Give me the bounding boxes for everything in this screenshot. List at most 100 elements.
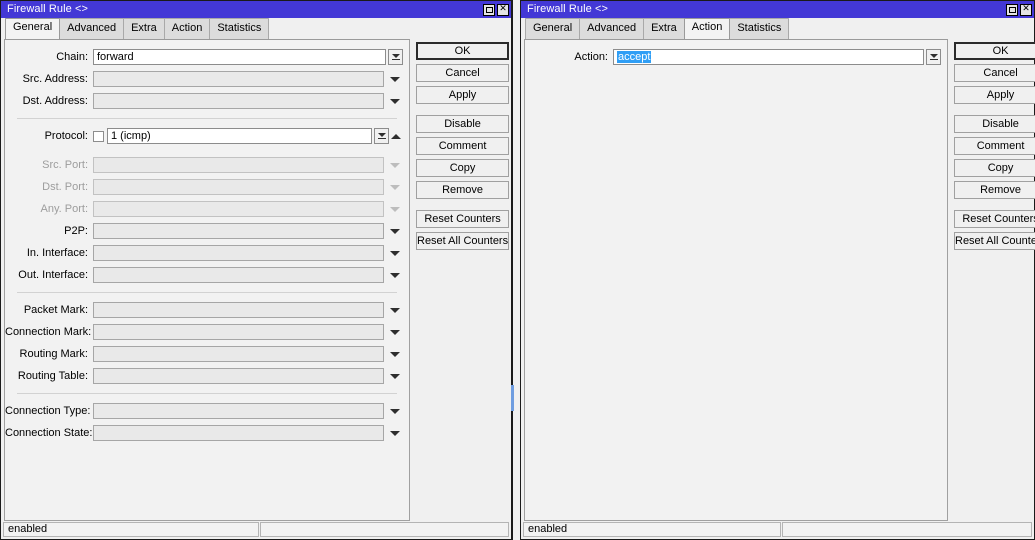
status-bar: enabled — [521, 521, 1034, 539]
input-connection-state[interactable] — [93, 425, 384, 441]
dialog-button-panel: OK Cancel Apply Disable Comment Copy Remove Res… — [948, 39, 1035, 521]
field-group-separator — [17, 118, 397, 119]
chevron-down-icon — [390, 373, 400, 379]
chevron-down-icon — [390, 307, 400, 313]
status-bar: enabled — [1, 521, 511, 539]
close-icon[interactable]: ✕ — [1020, 3, 1032, 16]
dropdown-arrow-button-disabled — [387, 179, 403, 195]
chevron-down-icon — [390, 329, 400, 335]
cancel-button[interactable]: Cancel — [416, 64, 510, 82]
dropdown-arrow-button[interactable] — [387, 267, 403, 283]
dropdown-button[interactable] — [374, 128, 389, 144]
firewall-rule-window-right: Firewall Rule <> ✕ General Advanced Extra Act… — [520, 0, 1035, 540]
copy-button[interactable]: Copy — [416, 159, 510, 177]
dropdown-bar — [377, 137, 386, 140]
field-group-separator — [17, 292, 397, 293]
cancel-button[interactable]: Cancel — [954, 64, 1035, 82]
button-group-gap — [954, 108, 1035, 115]
apply-button[interactable]: Apply — [416, 86, 510, 104]
field-row: Dst. Port: — [5, 176, 409, 198]
protocol-negate-checkbox[interactable] — [93, 130, 104, 142]
chevron-down-icon — [390, 98, 400, 104]
label-src-port: Src. Port: — [42, 159, 88, 171]
tab-bar: General Advanced Extra Action Statistics — [1, 18, 511, 39]
content-area: Action: accept OK Cancel Apply Disable Comment… — [521, 39, 1035, 521]
tab-general[interactable]: General — [525, 18, 581, 39]
dropdown-button[interactable] — [926, 49, 941, 65]
tab-extra[interactable]: Extra — [123, 18, 165, 39]
ok-button[interactable]: OK — [416, 42, 510, 60]
disable-button[interactable]: Disable — [954, 115, 1035, 133]
label-routing-mark: Routing Mark: — [19, 348, 88, 360]
dropdown-arrow-button[interactable] — [387, 346, 403, 362]
maximize-icon[interactable] — [1006, 3, 1018, 16]
input-routing-table[interactable] — [93, 368, 384, 384]
tab-statistics[interactable]: Statistics — [729, 18, 790, 39]
button-group-gap — [416, 108, 509, 115]
dropdown-triangle — [391, 53, 400, 58]
tab-statistics[interactable]: Statistics — [209, 18, 270, 39]
dropdown-arrow-button[interactable] — [387, 368, 403, 384]
window-titlebar[interactable]: Firewall Rule <> ✕ — [521, 1, 1034, 18]
dropdown-arrow-button[interactable] — [387, 93, 403, 109]
window-seam-scroll-thumb[interactable] — [511, 385, 514, 411]
copy-button[interactable]: Copy — [954, 159, 1035, 177]
disable-button[interactable]: Disable — [416, 115, 510, 133]
input-out-interface[interactable] — [93, 267, 384, 283]
chevron-down-icon — [390, 76, 400, 82]
window-titlebar[interactable]: Firewall Rule <> ✕ — [1, 1, 511, 18]
input-dst-address[interactable] — [93, 93, 384, 109]
tab-extra[interactable]: Extra — [643, 18, 685, 39]
tab-action[interactable]: Action — [683, 18, 731, 39]
dropdown-arrow-button[interactable] — [387, 324, 403, 340]
tab-advanced[interactable]: Advanced — [59, 18, 125, 39]
comment-button[interactable]: Comment — [416, 137, 510, 155]
tab-action[interactable]: Action — [163, 18, 211, 39]
close-icon[interactable]: ✕ — [497, 3, 509, 16]
remove-button[interactable]: Remove — [416, 181, 510, 199]
input-packet-mark[interactable] — [93, 302, 384, 318]
dropdown-arrow-button[interactable] — [387, 245, 403, 261]
reset-counters-button[interactable]: Reset Counters — [416, 210, 510, 228]
input-chain[interactable]: forward — [93, 49, 386, 65]
dropdown-bar — [391, 58, 400, 61]
maximize-icon[interactable] — [483, 3, 495, 16]
label-p2p: P2P: — [64, 225, 88, 237]
maximize-square-glyph — [1008, 6, 1016, 13]
input-routing-mark[interactable] — [93, 346, 384, 362]
comment-button[interactable]: Comment — [954, 137, 1035, 155]
button-group-gap — [416, 203, 509, 210]
input-in-interface[interactable] — [93, 245, 384, 261]
input-connection-mark[interactable] — [93, 324, 384, 340]
spinner-up-button[interactable] — [389, 133, 403, 139]
field-list: Action: accept — [525, 40, 947, 68]
field-list: Chain: forward Src. Address: Dst. Address: P… — [5, 40, 409, 444]
ok-button[interactable]: OK — [954, 42, 1035, 60]
dropdown-arrow-button[interactable] — [387, 302, 403, 318]
tab-general[interactable]: General — [5, 18, 61, 39]
input-src-address[interactable] — [93, 71, 384, 87]
dropdown-button[interactable] — [388, 49, 403, 65]
tab-bar: General Advanced Extra Action Statistics — [521, 18, 1034, 39]
button-group-gap — [954, 203, 1035, 210]
field-wrap — [93, 403, 403, 419]
input-action[interactable]: accept — [613, 49, 924, 65]
dropdown-arrow-button[interactable] — [387, 223, 403, 239]
reset-all-counters-button[interactable]: Reset All Counters — [416, 232, 510, 250]
apply-button[interactable]: Apply — [954, 86, 1035, 104]
input-connection-type[interactable] — [93, 403, 384, 419]
field-wrap — [93, 157, 403, 173]
label-src-address: Src. Address: — [22, 73, 88, 85]
dropdown-arrow-button[interactable] — [387, 425, 403, 441]
tab-advanced[interactable]: Advanced — [579, 18, 645, 39]
dropdown-arrow-button[interactable] — [387, 403, 403, 419]
field-row: Packet Mark: — [5, 299, 409, 321]
input-p2p[interactable] — [93, 223, 384, 239]
remove-button[interactable]: Remove — [954, 181, 1035, 199]
dropdown-triangle — [377, 132, 386, 137]
reset-counters-button[interactable]: Reset Counters — [954, 210, 1035, 228]
reset-all-counters-button[interactable]: Reset All Counters — [954, 232, 1035, 250]
dropdown-arrow-button[interactable] — [387, 71, 403, 87]
input-protocol[interactable]: 1 (icmp) — [107, 128, 372, 144]
desktop-root: Firewall Rule <> ✕ General Advanced Extra Act… — [0, 0, 1035, 540]
